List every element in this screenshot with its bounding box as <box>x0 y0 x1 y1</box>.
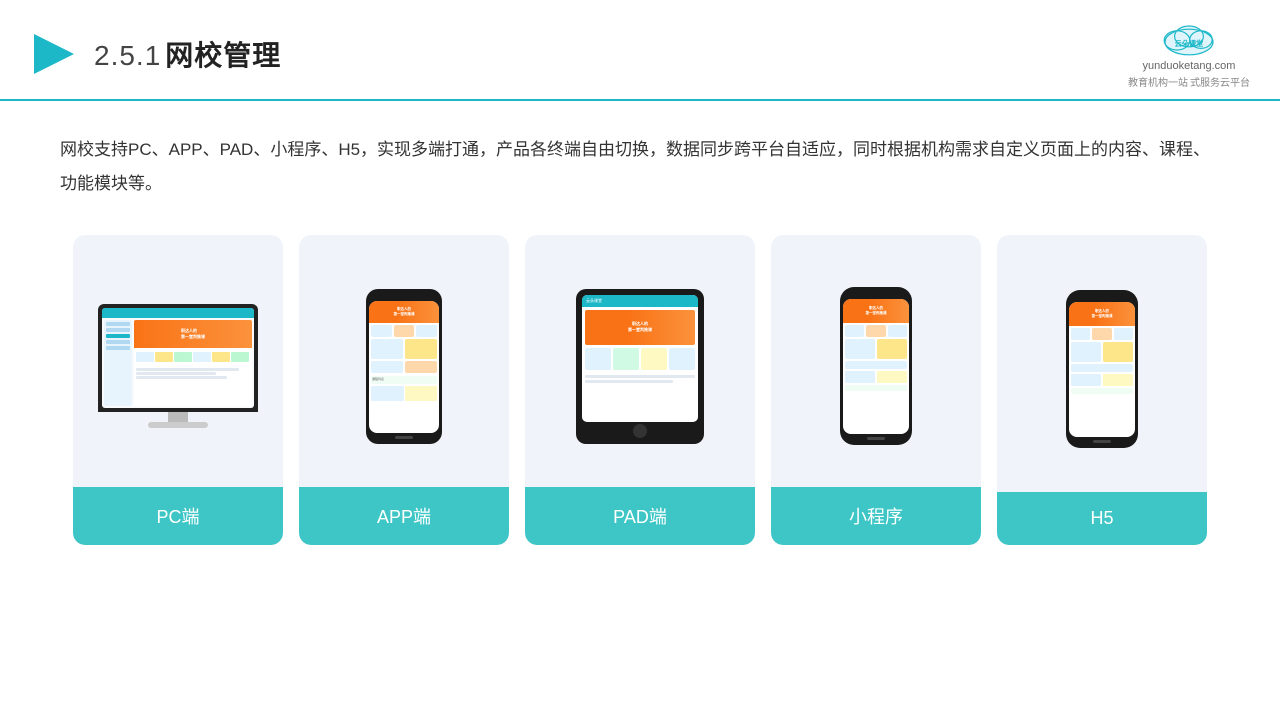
logo-icon: 云朵课堂 <box>1149 18 1229 58</box>
description: 网校支持PC、APP、PAD、小程序、H5，实现多端打通，产品各终端自由切换，数… <box>0 101 1280 225</box>
cards-container: 职达人的第一堂判推课 <box>0 225 1280 575</box>
card-pc-label: PC端 <box>73 487 283 545</box>
header-left: 2.5.1网校管理 <box>30 30 281 78</box>
card-miniapp: 职达人的第一堂判推课 <box>771 235 981 545</box>
card-pc: 职达人的第一堂判推课 <box>73 235 283 545</box>
card-app-image: 职达人的第一堂判推课 <box>299 235 509 487</box>
logo-tagline2: 式服务云平台 <box>1190 74 1250 89</box>
svg-text:云朵课堂: 云朵课堂 <box>1175 39 1204 48</box>
card-app: 职达人的第一堂判推课 <box>299 235 509 545</box>
card-pad: 云朵课堂 职达人的第一堂判推课 <box>525 235 755 545</box>
logo-url: yunduoketang.com <box>1143 60 1236 72</box>
play-icon <box>30 30 78 78</box>
card-miniapp-label: 小程序 <box>771 487 981 545</box>
card-h5: 职达人的第一堂判推课 <box>997 235 1207 545</box>
card-pad-label: PAD端 <box>525 487 755 545</box>
page-title: 2.5.1网校管理 <box>94 34 281 74</box>
phone-mockup: 职达人的第一堂判推课 <box>364 289 444 444</box>
header: 2.5.1网校管理 云朵课堂 yunduoketang.com 教育机构一站 式… <box>0 0 1280 101</box>
phone-h5-mockup: 职达人的第一堂判推课 <box>1065 290 1140 448</box>
logo-area: 云朵课堂 yunduoketang.com 教育机构一站 式服务云平台 <box>1128 18 1250 89</box>
description-text: 网校支持PC、APP、PAD、小程序、H5，实现多端打通，产品各终端自由切换，数… <box>60 133 1220 201</box>
logo-tagline1: 教育机构一站 <box>1128 74 1188 89</box>
card-h5-label: H5 <box>997 492 1207 545</box>
card-pad-image: 云朵课堂 职达人的第一堂判推课 <box>525 235 755 487</box>
card-miniapp-image: 职达人的第一堂判推课 <box>771 235 981 487</box>
monitor-mockup: 职达人的第一堂判推课 <box>93 304 263 428</box>
card-app-label: APP端 <box>299 487 509 545</box>
tablet-mockup: 云朵课堂 职达人的第一堂判推课 <box>575 289 705 444</box>
card-h5-image: 职达人的第一堂判推课 <box>997 235 1207 492</box>
phone-miniapp-mockup: 职达人的第一堂判推课 <box>839 287 914 445</box>
card-pc-image: 职达人的第一堂判推课 <box>73 235 283 487</box>
